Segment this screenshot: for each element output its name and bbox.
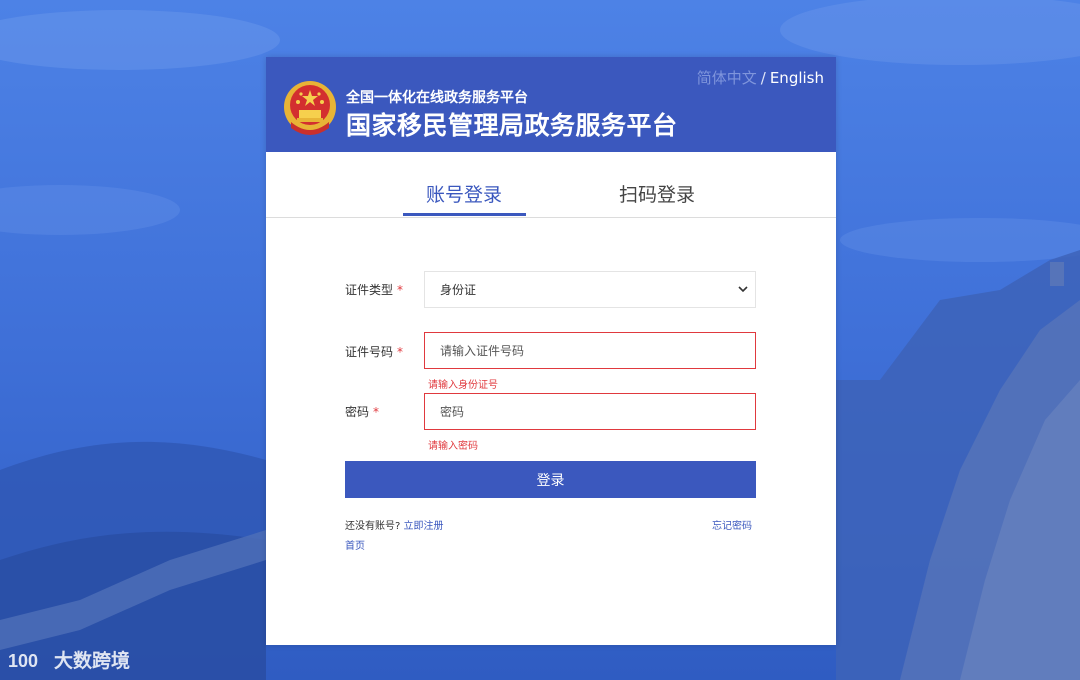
national-emblem-icon: [284, 81, 336, 135]
login-button[interactable]: 登录: [345, 461, 756, 498]
password-label: 密码 *: [345, 403, 379, 420]
id-type-label-text: 证件类型: [345, 283, 394, 297]
watermark-logo-icon: 100: [8, 651, 38, 671]
id-number-input[interactable]: [424, 332, 756, 369]
id-number-label-text: 证件号码: [345, 345, 394, 359]
password-error: 请输入密码: [428, 441, 478, 452]
active-tab-indicator: [403, 213, 526, 216]
id-number-label: 证件号码 *: [345, 343, 403, 360]
password-input[interactable]: [424, 393, 756, 430]
tab-account-login[interactable]: 账号登录: [426, 180, 502, 207]
id-number-error: 请输入身份证号: [428, 380, 498, 391]
no-account-text: 还没有账号?: [345, 521, 401, 532]
register-link[interactable]: 立即注册: [404, 521, 444, 532]
id-type-selected-value: 身份证: [440, 283, 477, 297]
card-header: 全国一体化在线政务服务平台 国家移民管理局政务服务平台 简体中文 / English: [266, 57, 836, 152]
watermark-logo-text: 100: [8, 651, 38, 671]
password-label-text: 密码: [345, 405, 370, 419]
id-type-label: 证件类型 *: [345, 281, 403, 298]
language-switcher: 简体中文 / English: [697, 67, 824, 88]
required-mark: *: [373, 405, 380, 419]
lang-separator: /: [760, 69, 766, 87]
watermark: 100 大数跨境: [8, 646, 130, 673]
required-mark: *: [397, 345, 404, 359]
login-card: 全国一体化在线政务服务平台 国家移民管理局政务服务平台 简体中文 / English…: [266, 57, 836, 645]
platform-subtitle: 全国一体化在线政务服务平台: [346, 90, 528, 106]
lang-zh-link[interactable]: 简体中文: [697, 69, 757, 87]
home-link[interactable]: 首页: [345, 537, 365, 552]
platform-title: 国家移民管理局政务服务平台: [346, 111, 678, 140]
watermark-text: 大数跨境: [54, 650, 131, 672]
chevron-down-icon: [738, 286, 748, 293]
required-mark: *: [397, 283, 404, 297]
tab-qrcode-login[interactable]: 扫码登录: [619, 180, 695, 207]
lang-en-link[interactable]: English: [770, 69, 824, 87]
forgot-password-link[interactable]: 忘记密码: [712, 517, 752, 532]
register-prompt: 还没有账号? 立即注册: [345, 517, 444, 532]
login-tabs: 账号登录 扫码登录: [266, 152, 836, 218]
id-type-select[interactable]: 身份证: [424, 271, 756, 308]
